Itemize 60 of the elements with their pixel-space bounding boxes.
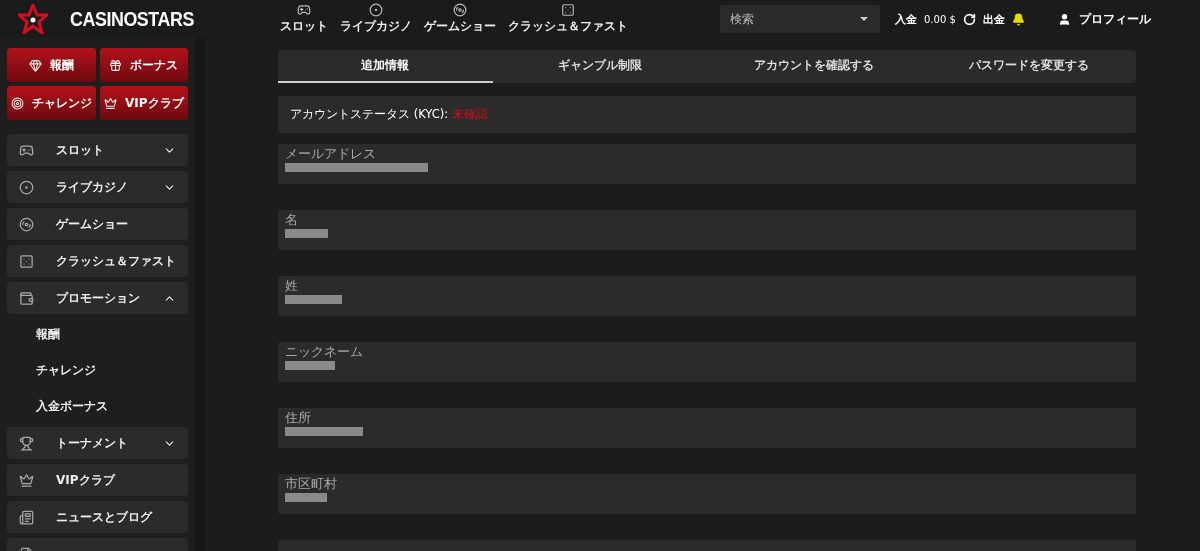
disc-icon	[453, 3, 467, 17]
form-field[interactable]: 住所	[278, 408, 1136, 448]
caret-icon	[860, 17, 868, 21]
tab[interactable]: 追加情報	[278, 50, 493, 83]
gamepad-icon	[297, 3, 311, 17]
sidebar-subitem[interactable]: 入金ボーナス	[7, 391, 188, 422]
redacted-value	[285, 229, 328, 238]
target-icon	[10, 96, 24, 110]
form-field[interactable]: 市区町村	[278, 474, 1136, 514]
dice-icon	[561, 3, 575, 17]
nav-link[interactable]: ライブカジノ	[340, 3, 412, 35]
sidebar-item[interactable]: スロット	[7, 134, 188, 166]
redacted-value	[285, 361, 335, 370]
tab[interactable]: ギャンブル制限	[492, 50, 707, 83]
crown-icon	[19, 472, 34, 488]
user-icon	[1057, 12, 1071, 26]
nav-link[interactable]: クラッシュ＆ファスト	[508, 3, 628, 35]
bell-icon[interactable]	[1011, 12, 1025, 26]
sidebar-item[interactable]: VIPクラブ	[7, 464, 188, 496]
sidebar-item[interactable]: クラッシュ＆ファスト	[7, 245, 188, 277]
redacted-value	[285, 295, 342, 304]
withdraw-link[interactable]: 出金	[982, 11, 1005, 27]
wallet-icon	[19, 290, 34, 306]
nav-link[interactable]: ゲームショー	[424, 3, 496, 35]
promo-button[interactable]: 報酬	[7, 48, 96, 82]
status-value: 未確認	[452, 107, 489, 122]
newspaper-icon	[19, 509, 34, 525]
balance-text: 0.00 $	[924, 13, 956, 25]
tab[interactable]: アカウントを確認する	[707, 50, 922, 83]
nav-link[interactable]: スロット	[280, 3, 328, 35]
disc-icon	[19, 216, 34, 232]
promo-button[interactable]: チャレンジ	[7, 86, 96, 120]
sidebar-item[interactable]: トーナメント	[7, 427, 188, 459]
search-field[interactable]: 検索	[720, 5, 880, 33]
refresh-icon[interactable]	[962, 12, 976, 26]
gem-icon	[28, 58, 42, 72]
crown-icon	[103, 96, 117, 110]
tab[interactable]: パスワードを変更する	[921, 50, 1136, 83]
trophy-icon	[19, 435, 34, 451]
star-logo-icon	[18, 4, 48, 34]
logo-text: CASINOSTARS	[70, 7, 194, 31]
redacted-value	[285, 493, 327, 502]
profile-button[interactable]: プロフィール	[1051, 9, 1157, 29]
dice-icon	[19, 253, 34, 269]
sidebar-subitem[interactable]: 報酬	[7, 319, 188, 350]
gamepad-icon	[19, 142, 34, 158]
form-field[interactable]: 姓	[278, 276, 1136, 316]
sidebar-item[interactable]: ニュースとブログ	[7, 501, 188, 533]
gift-icon	[109, 58, 123, 72]
sidebar-subitem[interactable]: チャレンジ	[7, 355, 188, 386]
sidebar-item[interactable]: プロモーション	[7, 282, 188, 314]
form-field[interactable]: メールアドレス	[278, 144, 1136, 184]
sidebar-item[interactable]: ライブカジノ	[7, 171, 188, 203]
sidebar-item[interactable]: ゲームショー	[7, 208, 188, 240]
promo-button[interactable]: ボーナス	[99, 48, 188, 82]
deposit-link[interactable]: 入金	[895, 11, 917, 27]
promo-button[interactable]: VIPクラブ	[99, 86, 188, 120]
status-label: アカウントステータス (KYC):	[290, 107, 449, 122]
form-field[interactable]: ニックネーム	[278, 342, 1136, 382]
form-field[interactable]: 名	[278, 210, 1136, 250]
